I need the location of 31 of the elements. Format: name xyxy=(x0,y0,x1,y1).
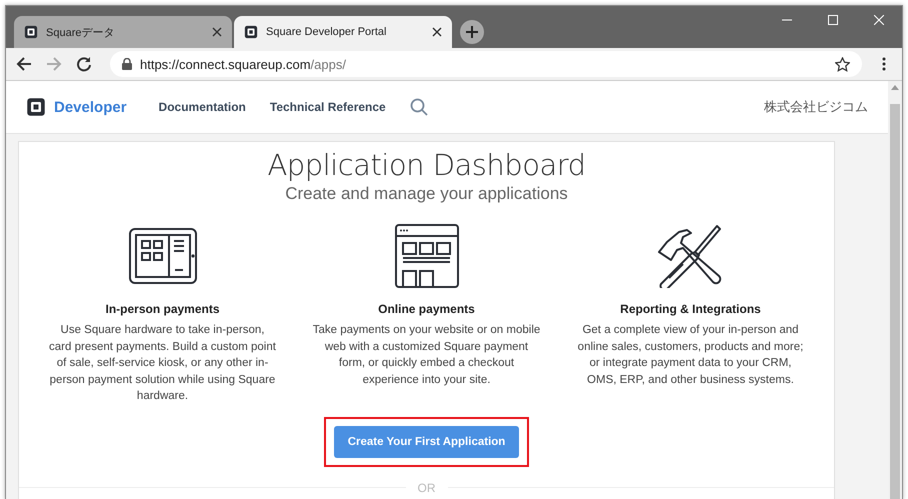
back-button[interactable] xyxy=(16,56,32,72)
maximize-icon[interactable] xyxy=(828,15,838,25)
feature-description: Take payments on your website or on mobile web with a customized Square payment form, or quickly embed a checkout experience into your site. xyxy=(312,323,540,388)
plus-icon[interactable] xyxy=(466,26,478,38)
feature-heading: Reporting & Integrations xyxy=(620,302,761,316)
close-icon[interactable] xyxy=(212,27,222,37)
bookmark-star-icon[interactable] xyxy=(835,56,850,72)
browser-tab[interactable]: Squareデータ xyxy=(14,16,232,48)
account-name[interactable]: 株式会社ビジコム xyxy=(764,98,868,116)
new-tab-button[interactable] xyxy=(460,20,484,44)
square-logo-icon xyxy=(26,97,46,117)
nav-link[interactable]: Technical Reference xyxy=(270,100,386,114)
square-logo-icon xyxy=(24,25,38,39)
search-icon[interactable] xyxy=(410,98,428,116)
feature-description: Get a complete view of your in-person and online sales, customers, products and more; or integrate payment data to your CRM, OMS, ERP, and other business systems. xyxy=(576,323,804,388)
page-title: Application Dashboard xyxy=(267,148,586,182)
close-icon[interactable] xyxy=(432,27,442,37)
scrollbar[interactable] xyxy=(888,81,902,499)
lock-icon xyxy=(122,58,132,70)
address-bar[interactable]: https://connect.squareup.com/apps/ xyxy=(110,51,862,77)
page-subtitle: Create and manage your applications xyxy=(285,184,568,204)
feature-heading: In-person payments xyxy=(105,302,220,316)
or-divider-text: OR xyxy=(418,480,436,495)
feature-heading: Online payments xyxy=(378,302,475,316)
brand-link[interactable]: Developer xyxy=(26,97,127,117)
feature-description: Use Square hardware to take in-person, card present payments. Build a custom point of sale, self-service kiosk, or any other in-person payment solution while using Square hardware. xyxy=(48,323,276,404)
square-logo-icon xyxy=(244,25,258,39)
url-text: https://connect.squareup.com/apps/ xyxy=(140,56,347,72)
reload-button[interactable] xyxy=(76,56,92,72)
browser-tab[interactable]: Square Developer Portal xyxy=(234,16,452,48)
nav-link[interactable]: Documentation xyxy=(158,100,246,114)
